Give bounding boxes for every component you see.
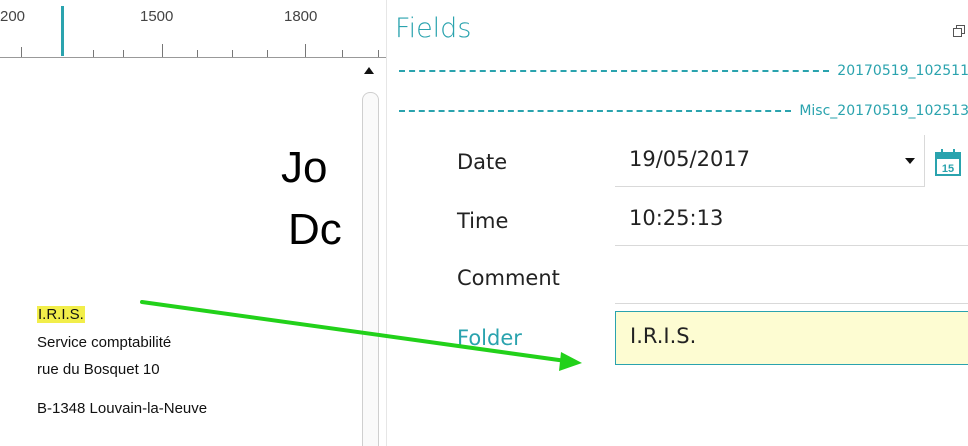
ruler-tick <box>123 50 124 57</box>
dropdown-caret-icon[interactable] <box>905 158 915 164</box>
date-label: Date <box>457 150 508 174</box>
ruler-label-1800: 1800 <box>284 8 318 25</box>
svg-text:15: 15 <box>942 163 954 175</box>
ruler-tick <box>93 50 94 57</box>
address-street: rue du Bosquet 10 <box>37 361 160 378</box>
address-company[interactable]: I.R.I.S. <box>37 306 85 323</box>
vertical-scrollbar[interactable] <box>357 60 386 446</box>
folder-label: Folder <box>457 326 522 350</box>
document-viewer: 200 1500 1800 Jo Dc I.R.I.S. Service com… <box>0 0 386 446</box>
address-department: Service comptabilité <box>37 334 172 351</box>
date-value[interactable]: 19/05/2017 <box>629 147 750 171</box>
time-field[interactable]: 10:25:13 <box>615 194 968 246</box>
document-large-text-line-2: Dc <box>288 205 342 254</box>
ruler-position-marker[interactable] <box>61 6 64 56</box>
panel-title: Fields <box>395 13 472 44</box>
ruler-tick <box>378 50 379 57</box>
ruler-tick <box>162 44 163 57</box>
dashed-separator <box>399 70 830 72</box>
restore-window-icon[interactable] <box>953 25 965 37</box>
field-group-header-1[interactable]: 20170519_102511 <box>399 63 968 79</box>
field-group-label-1[interactable]: 20170519_102511 <box>837 63 968 79</box>
document-large-text-line-1: Jo <box>281 143 328 192</box>
ruler-label-200: 200 <box>0 8 26 25</box>
comment-label: Comment <box>457 266 560 290</box>
field-group-label-2[interactable]: Misc_20170519_102513 <box>799 103 968 119</box>
field-group-header-2[interactable]: Misc_20170519_102513 <box>399 103 968 119</box>
ruler-label-1500: 1500 <box>140 8 174 25</box>
ruler-baseline <box>0 57 386 58</box>
highlighted-company-name[interactable]: I.R.I.S. <box>37 306 85 323</box>
scrollbar-thumb[interactable] <box>362 92 379 446</box>
date-field[interactable]: 19/05/2017 <box>615 135 925 187</box>
ruler-tick <box>342 50 343 57</box>
ruler-tick <box>21 47 22 57</box>
folder-field[interactable]: I.R.I.S. <box>615 311 968 365</box>
ruler-tick <box>267 50 268 57</box>
ruler-tick <box>197 50 198 57</box>
time-label: Time <box>457 209 509 233</box>
comment-field[interactable] <box>615 252 968 304</box>
address-city: B-1348 Louvain-la-Neuve <box>37 400 208 417</box>
fields-panel: Fields 20170519_102511 Misc_20170519_102… <box>386 0 968 446</box>
folder-value[interactable]: I.R.I.S. <box>630 324 696 348</box>
time-value[interactable]: 10:25:13 <box>629 206 723 230</box>
ruler-tick <box>232 50 233 57</box>
ruler-tick <box>305 44 306 57</box>
calendar-icon[interactable]: 15 <box>930 139 968 191</box>
horizontal-ruler: 200 1500 1800 <box>0 0 386 60</box>
scroll-up-icon[interactable] <box>364 67 374 74</box>
dashed-separator <box>399 110 792 112</box>
